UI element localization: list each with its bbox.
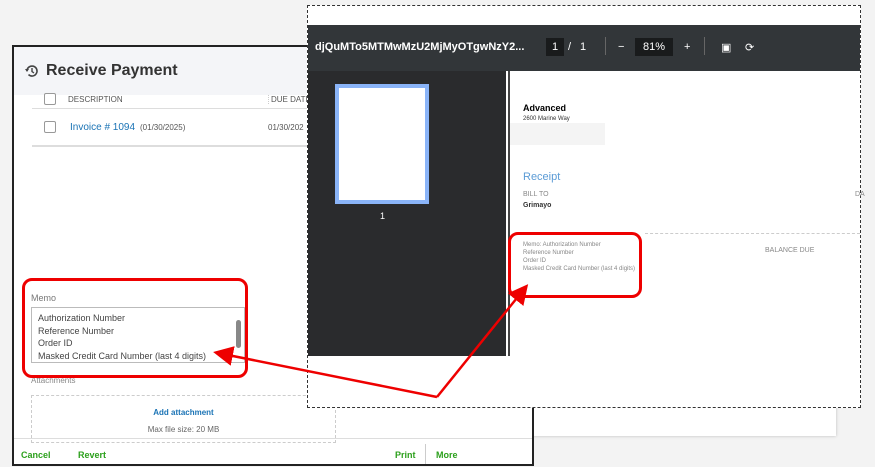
arrow-to-receipt-memo xyxy=(436,284,529,398)
annotation-arrows xyxy=(213,284,529,399)
arrow-to-memo xyxy=(213,346,438,399)
